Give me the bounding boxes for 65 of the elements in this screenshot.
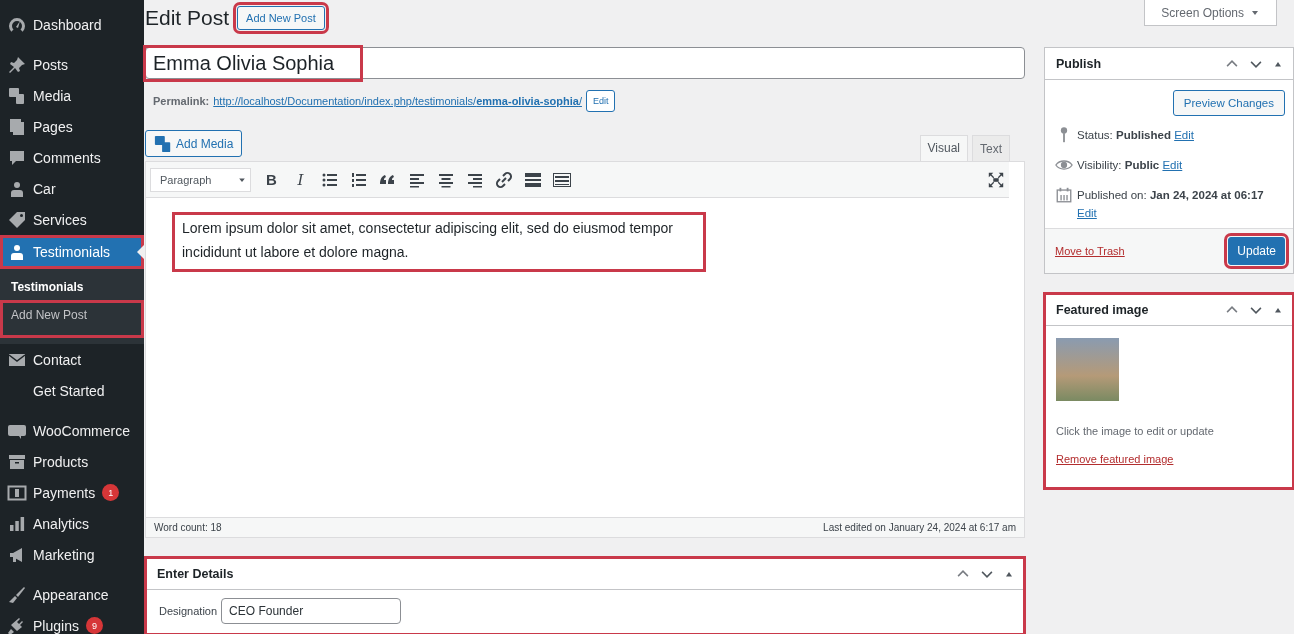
sidebar-item[interactable]: Marketing bbox=[0, 539, 144, 570]
sidebar-item[interactable]: Testimonials bbox=[0, 235, 144, 269]
sidebar-item[interactable]: Payments 1 bbox=[0, 477, 144, 508]
sidebar-item[interactable]: Media bbox=[0, 80, 144, 111]
editor-tab[interactable]: Text bbox=[972, 135, 1010, 161]
sidebar-item[interactable]: Posts bbox=[0, 49, 144, 80]
sidebar-item[interactable]: Products bbox=[0, 446, 144, 477]
sidebar-item[interactable]: Appearance bbox=[0, 579, 144, 610]
box-title: Publish bbox=[1056, 56, 1102, 71]
bold-button[interactable]: B bbox=[259, 171, 284, 188]
sidebar-item[interactable]: WooCommerce bbox=[0, 415, 144, 446]
submenu-item[interactable]: Testimonials bbox=[0, 275, 144, 300]
sidebar-item[interactable]: Analytics bbox=[0, 508, 144, 539]
italic-button[interactable]: I bbox=[288, 170, 313, 189]
sidebar-item[interactable]: Get Started bbox=[0, 375, 144, 406]
count-badge: 1 bbox=[102, 484, 120, 501]
publish-label: Published on: bbox=[1077, 189, 1148, 201]
count-badge: 9 bbox=[85, 617, 103, 634]
sidebar-item[interactable]: Car bbox=[0, 173, 144, 204]
sidebar-item[interactable]: Comments bbox=[0, 142, 144, 173]
word-count: Word count: 18 bbox=[154, 522, 222, 533]
publish-value: Public bbox=[1124, 159, 1160, 171]
title-field[interactable]: Emma Olivia Sophia bbox=[145, 47, 1025, 79]
media-icon bbox=[154, 134, 172, 153]
last-edited-text: Last edited on January 24, 2024 at 6:17 am bbox=[823, 522, 1016, 533]
sidebar-item[interactable]: Plugins 9 bbox=[0, 610, 144, 634]
publish-value: Jan 24, 2024 at 06:17 bbox=[1149, 189, 1264, 201]
photo-placeholder[interactable] bbox=[1056, 338, 1119, 401]
move-to-trash-link[interactable]: Move to Trash bbox=[1055, 245, 1125, 257]
pages-icon bbox=[7, 116, 27, 137]
permalink-label: Permalink: bbox=[153, 95, 210, 107]
tag-icon bbox=[7, 209, 27, 230]
preview-changes-button[interactable]: Preview Changes bbox=[1172, 90, 1285, 116]
link-icon bbox=[493, 169, 514, 190]
edit-link[interactable]: Edit bbox=[1174, 129, 1194, 141]
hint-text: Click the image to edit or update bbox=[1056, 425, 1215, 437]
sidebar-item[interactable]: Contact bbox=[0, 344, 144, 375]
pin-icon bbox=[7, 54, 27, 75]
brush-icon bbox=[7, 584, 27, 605]
add-media-button[interactable]: Add Media bbox=[145, 130, 243, 157]
field-label: Designation bbox=[159, 605, 218, 617]
box-title: Enter Details bbox=[157, 566, 234, 581]
edit-button[interactable]: Edit bbox=[585, 90, 616, 112]
sidebar-item[interactable]: Pages bbox=[0, 111, 144, 142]
designation-field[interactable]: CEO Founder bbox=[221, 598, 402, 624]
sidebar-item[interactable]: Dashboard bbox=[0, 9, 144, 40]
calendar-icon bbox=[1055, 186, 1073, 204]
publish-label: Status: bbox=[1077, 129, 1114, 141]
format-dropdown[interactable]: Paragraph bbox=[150, 167, 251, 192]
box-title: Featured image bbox=[1056, 302, 1149, 317]
format-value: Paragraph bbox=[160, 173, 212, 186]
remove-featured-image-link[interactable]: Remove featured image bbox=[1056, 453, 1174, 465]
publish-label: Visibility: bbox=[1077, 159, 1123, 171]
page-title: Edit Post bbox=[145, 6, 230, 30]
permalink-link[interactable]: http://localhost/Documentation/index.php/testimonials/emma-olivia-sophia/ bbox=[213, 95, 582, 107]
submenu-item[interactable]: Add New Post bbox=[0, 300, 144, 338]
editor-tab[interactable]: Visual bbox=[919, 135, 968, 161]
edit-link[interactable]: Edit bbox=[1162, 159, 1183, 171]
media-icon bbox=[7, 85, 27, 106]
publish-value: Published bbox=[1116, 129, 1171, 141]
caret-icon bbox=[238, 175, 246, 184]
screen-options-tab[interactable]: Screen Options bbox=[1144, 0, 1277, 26]
fullscreen-icon bbox=[987, 170, 1005, 189]
sidebar-item[interactable]: Services bbox=[0, 204, 144, 235]
edit-link[interactable]: Edit bbox=[1077, 207, 1097, 219]
